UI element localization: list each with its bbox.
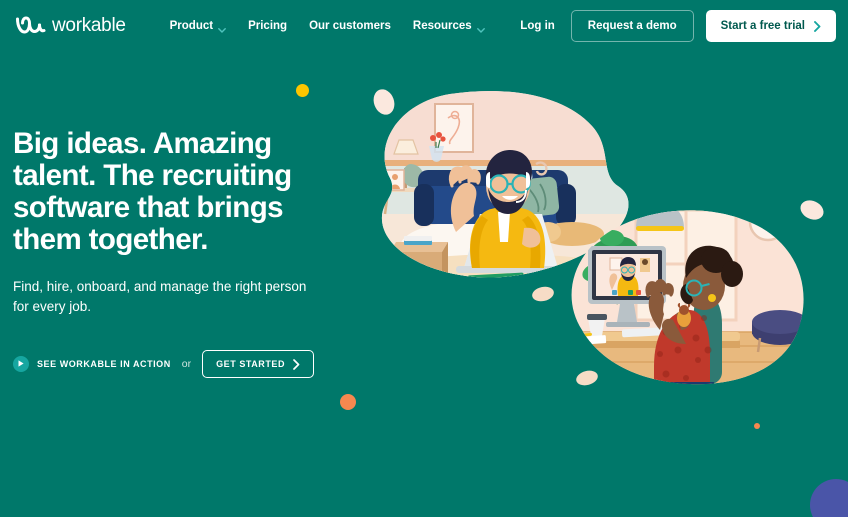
yellow-dot-decoration bbox=[296, 84, 309, 97]
hero-cta-row: SEE WORKABLE IN ACTION or GET STARTED bbox=[13, 349, 343, 378]
workable-logo-icon bbox=[16, 15, 46, 37]
decor-blob bbox=[576, 370, 598, 386]
landing-page: workable Product Pricing Our customers R… bbox=[0, 0, 848, 517]
workable-logo[interactable]: workable bbox=[16, 15, 126, 37]
nav-actions: Log in Request a demo Start a free trial bbox=[520, 10, 836, 42]
see-workable-in-action-label: SEE WORKABLE IN ACTION bbox=[37, 358, 171, 369]
nav-links: Product Pricing Our customers Resources bbox=[169, 20, 485, 33]
nav-item-our-customers[interactable]: Our customers bbox=[309, 20, 391, 32]
chevron-down-icon bbox=[476, 24, 485, 33]
small-orange-dot-decoration bbox=[754, 423, 760, 429]
orange-dot-decoration bbox=[340, 394, 356, 410]
top-navigation-bar: workable Product Pricing Our customers R… bbox=[0, 0, 848, 52]
hero-illustration: Welcome bbox=[360, 82, 838, 402]
nav-item-pricing-label: Pricing bbox=[248, 20, 288, 32]
start-free-trial-label: Start a free trial bbox=[720, 20, 805, 32]
decor-blob bbox=[373, 89, 395, 115]
welcome-box-label: Welcome bbox=[400, 268, 442, 279]
nav-item-pricing[interactable]: Pricing bbox=[248, 20, 287, 32]
workable-logo-text: workable bbox=[52, 15, 126, 36]
nav-item-resources-label: Resources bbox=[412, 20, 472, 32]
start-free-trial-button[interactable]: Start a free trial bbox=[705, 10, 836, 42]
chat-launcher-button[interactable] bbox=[810, 479, 848, 517]
nav-item-our-customers-label: Our customers bbox=[309, 20, 391, 32]
nav-item-product-label: Product bbox=[169, 20, 214, 32]
decor-blob bbox=[800, 200, 824, 220]
hero-subheadline: Find, hire, onboard, and manage the righ… bbox=[13, 279, 307, 314]
page-title: Big ideas. Amazing talent. The recruitin… bbox=[13, 127, 292, 256]
play-icon bbox=[13, 355, 29, 372]
login-link[interactable]: Log in bbox=[520, 20, 555, 32]
chevron-down-icon bbox=[218, 24, 226, 33]
see-workable-in-action-link[interactable]: SEE WORKABLE IN ACTION bbox=[13, 355, 171, 372]
nav-item-resources[interactable]: Resources bbox=[412, 20, 485, 33]
get-started-button[interactable]: GET STARTED bbox=[202, 349, 315, 378]
chevron-right-icon bbox=[814, 21, 821, 32]
nav-item-product[interactable]: Product bbox=[169, 20, 226, 33]
cta-divider-label: or bbox=[181, 357, 192, 370]
get-started-label: GET STARTED bbox=[216, 358, 286, 369]
decor-blob bbox=[532, 286, 554, 302]
request-demo-button[interactable]: Request a demo bbox=[570, 10, 694, 42]
chevron-right-icon bbox=[293, 358, 300, 370]
hero-content: Big ideas. Amazing talent. The recruitin… bbox=[13, 128, 343, 378]
